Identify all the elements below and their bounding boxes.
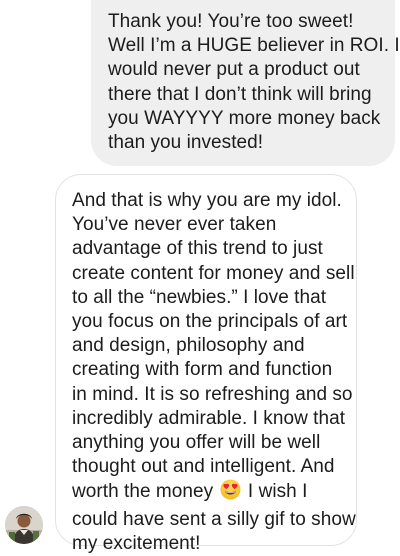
message-line: creating with form and function [72, 359, 333, 381]
message-line: my excitement! [72, 532, 201, 554]
received-message-bubble: And that is why you are my idol. You’ve … [55, 174, 357, 554]
message-line: you WAYYYY more money back [108, 107, 381, 129]
heart-eyes-emoji-icon [220, 479, 241, 507]
sent-message-bubble: Thank you! You’re too sweet! Well I’m a … [91, 0, 400, 166]
message-line: anything you offer will be well [72, 432, 321, 454]
message-line: would never put a product out [108, 59, 360, 81]
sender-avatar-icon[interactable] [5, 506, 43, 544]
message-line: thought out and intelligent. And [72, 456, 335, 478]
message-line: in mind. It is so refreshing and so [72, 383, 353, 405]
message-line: there that I don’t think will bring [108, 83, 372, 105]
message-line: incredibly admirable. I know that [72, 407, 346, 429]
message-line: you focus on the principals of art [72, 311, 348, 333]
message-line: and design, philosophy and [72, 335, 305, 357]
message-line: create content for money and sell [72, 262, 355, 284]
message-text: I wish I [247, 481, 308, 503]
message-line-with-emoji: worth the money I wish I [72, 479, 344, 507]
message-line: to all the “newbies.” I love that [72, 286, 327, 308]
message-line: could have sent a silly gif to show [72, 508, 356, 530]
message-text: worth the money [72, 481, 214, 503]
message-line: And that is why you are my idol. [72, 190, 342, 211]
message-line: You’ve never ever taken [72, 214, 277, 236]
message-line: than you invested! [108, 132, 264, 154]
message-line: Well I’m a HUGE believer in ROI. I [108, 35, 400, 57]
message-line: Thank you! You’re too sweet! [108, 11, 354, 32]
message-line: advantage of this trend to just [72, 238, 323, 260]
